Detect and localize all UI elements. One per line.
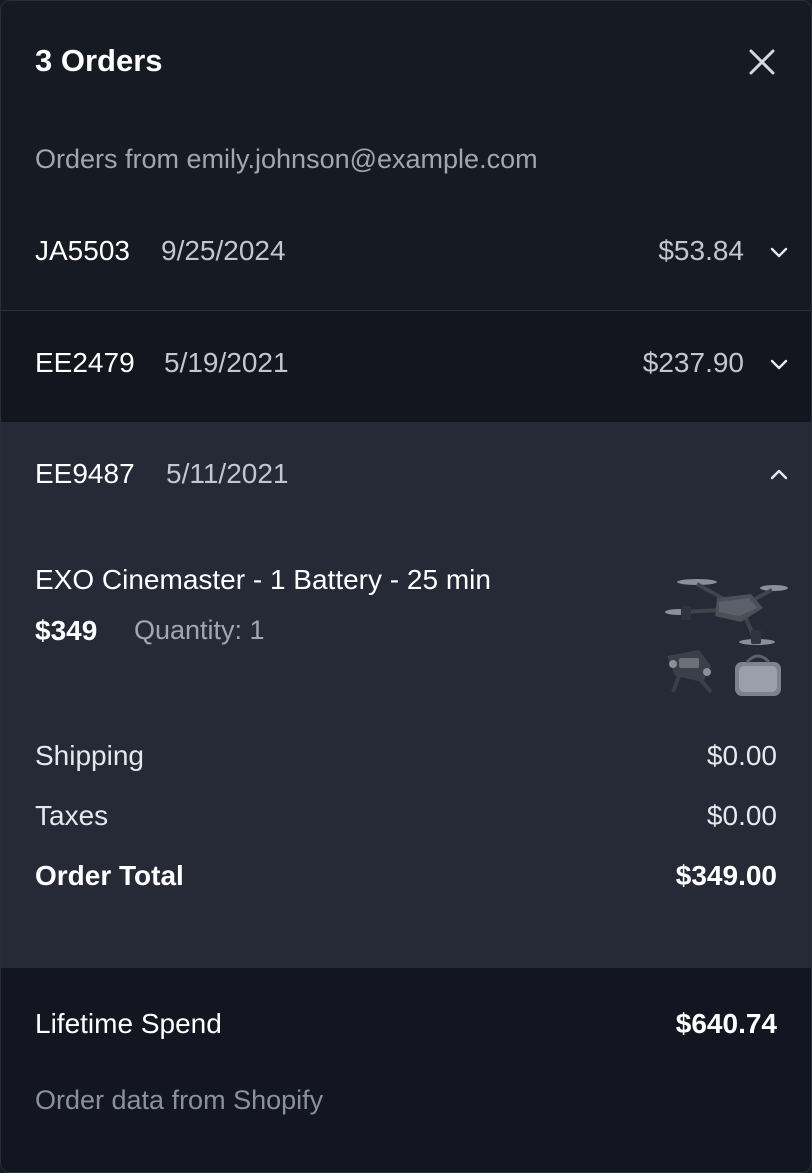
lifetime-spend-label: Lifetime Spend — [35, 1008, 222, 1039]
order-row-ja5503[interactable]: JA5503 9/25/2024 $53.84 — [1, 199, 811, 311]
line-item-price: $349 — [35, 615, 98, 646]
taxes-label: Taxes — [35, 800, 109, 831]
line-item-quantity: Quantity: 1 — [134, 615, 265, 645]
order-total-label: Order Total — [35, 860, 184, 891]
order-date: 5/19/2021 — [164, 347, 289, 378]
data-source-note: Order data from Shopify — [35, 1085, 324, 1115]
order-total-value: $349.00 — [675, 860, 777, 891]
order-row-ee2479[interactable]: EE2479 5/19/2021 $237.90 — [1, 311, 811, 422]
drone-product-image — [665, 579, 788, 696]
order-date: 9/25/2024 — [161, 235, 286, 266]
order-amount: $53.84 — [658, 235, 744, 266]
order-date: 5/11/2021 — [166, 458, 289, 489]
order-id: EE9487 — [35, 458, 135, 489]
order-row-ee9487[interactable]: EE9487 5/11/2021 — [1, 422, 811, 534]
close-icon — [749, 49, 775, 75]
order-amount: $237.90 — [642, 347, 744, 378]
close-button[interactable] — [739, 39, 785, 85]
orders-panel: 3 Orders Orders from emily.johnson@examp… — [0, 0, 812, 1173]
shipping-label: Shipping — [35, 740, 144, 771]
chevron-up-icon[interactable] — [766, 462, 792, 488]
shipping-row: Shipping $0.00 — [35, 740, 777, 780]
panel-footer: Lifetime Spend $640.74 Order data from S… — [1, 968, 811, 1172]
line-item-name: EXO Cinemaster - 1 Battery - 25 min — [35, 564, 491, 595]
lifetime-spend-value: $640.74 — [675, 1008, 777, 1039]
chevron-down-icon[interactable] — [766, 351, 792, 377]
order-total-row: Order Total $349.00 — [35, 860, 777, 900]
taxes-value: $0.00 — [706, 800, 777, 831]
taxes-row: Taxes $0.00 — [35, 800, 777, 840]
chevron-down-icon[interactable] — [766, 239, 792, 265]
order-id: EE2479 — [35, 347, 135, 378]
panel-title: 3 Orders — [35, 43, 163, 78]
shipping-value: $0.00 — [706, 740, 777, 771]
panel-header: 3 Orders — [1, 1, 811, 121]
order-id: JA5503 — [35, 235, 130, 266]
order-details-ee9487: EE9487 5/11/2021 EXO Cinemaster - 1 Batt… — [1, 422, 811, 968]
customer-email-subtitle: Orders from emily.johnson@example.com — [35, 144, 538, 174]
